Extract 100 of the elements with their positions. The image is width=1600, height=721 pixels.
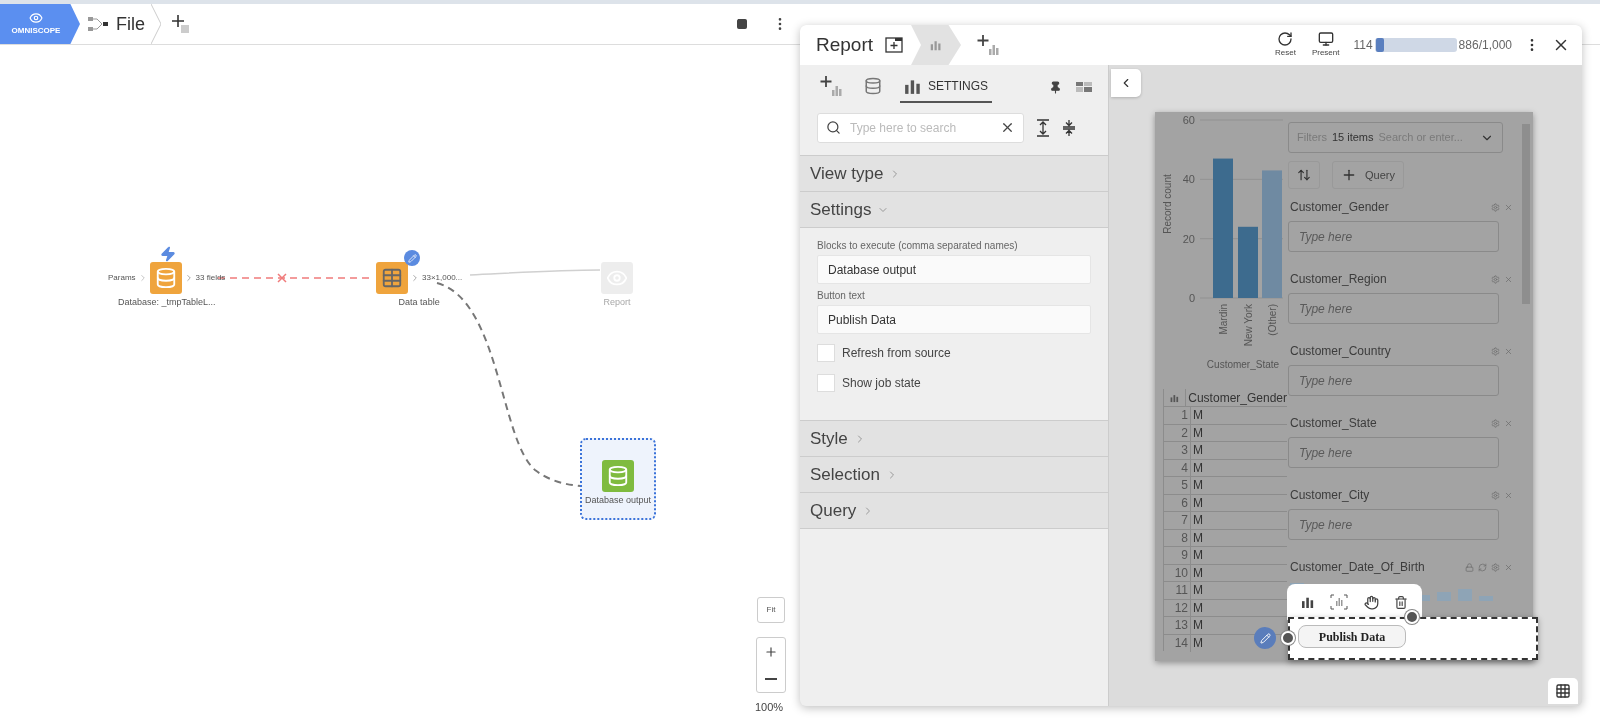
block-label: Database: _tmpTableL... [117, 296, 216, 309]
sort-button[interactable] [1288, 161, 1320, 189]
present-button[interactable]: Present [1311, 31, 1340, 59]
hand-icon[interactable] [1363, 594, 1379, 610]
settings-icon[interactable] [1491, 490, 1500, 500]
field-label: Blocks to execute (comma separated names) [817, 239, 1019, 253]
table-cell: M [1190, 441, 1287, 460]
settings-icon[interactable] [1491, 418, 1500, 428]
break-mark-icon [277, 273, 287, 283]
block-tile[interactable] [601, 262, 633, 294]
column-header[interactable]: Customer_Gender [1185, 388, 1287, 407]
section-header[interactable]: View type [800, 156, 1108, 192]
pin-icon[interactable] [1049, 80, 1062, 94]
y-tick-label: 20 [1182, 232, 1195, 245]
breadcrumb-separator [151, 4, 161, 44]
layout-icon[interactable] [1076, 82, 1092, 92]
range-start: 114 [1353, 37, 1373, 54]
lock-icon[interactable] [1465, 562, 1474, 572]
minus-icon [765, 677, 777, 680]
section-header[interactable]: Settings [800, 192, 1108, 228]
resize-handle[interactable] [1405, 610, 1419, 624]
y-tick-label: 40 [1182, 173, 1195, 186]
grid-icon [1554, 683, 1572, 699]
fit-chart-icon[interactable] [1330, 594, 1349, 610]
filter-input[interactable]: Type here [1288, 221, 1499, 252]
stop-icon[interactable] [736, 18, 748, 30]
filter-input[interactable]: Type here [1288, 365, 1499, 396]
filter-input[interactable]: Type here [1288, 437, 1499, 468]
filter-input[interactable]: Type here [1288, 293, 1499, 324]
table-cell: M [1190, 511, 1287, 530]
zoom-level: 100% [755, 700, 784, 715]
checkbox-label: Refresh from source [842, 345, 951, 362]
row-index: 2 [1180, 424, 1189, 442]
block-label: Database output [584, 494, 652, 507]
add-view-icon[interactable] [820, 75, 842, 97]
text-field[interactable]: Database output [817, 255, 1091, 284]
reset-button[interactable]: Reset [1275, 31, 1296, 59]
publish-data-button[interactable]: Publish Data [1298, 625, 1406, 648]
row-index: 10 [1173, 564, 1189, 582]
settings-icon[interactable] [1491, 346, 1500, 356]
table-cell: M [1190, 458, 1287, 477]
add-page-icon[interactable] [885, 37, 904, 53]
query-button[interactable]: Query [1332, 161, 1404, 189]
x-tick-label: Mardin [1218, 304, 1229, 335]
table-cell: M [1190, 423, 1287, 442]
settings-icon[interactable] [1491, 274, 1500, 284]
block-tile[interactable] [376, 262, 408, 294]
row-index: 12 [1173, 599, 1189, 617]
edit-badge[interactable] [404, 250, 420, 266]
refresh-icon[interactable] [1478, 562, 1487, 572]
chart-settings-icon [904, 78, 922, 94]
x-tick-label: (Other) [1267, 304, 1278, 336]
plus-icon [1341, 167, 1357, 183]
output-label: 33 fields [195, 272, 226, 284]
selected-element-frame[interactable]: Publish Data [1288, 617, 1538, 660]
block-label: Data table [398, 296, 440, 309]
checkbox[interactable] [817, 344, 835, 362]
collapse-panel-button[interactable] [1111, 69, 1141, 97]
filter-name: Customer_State [1290, 415, 1377, 432]
row-index: 9 [1180, 547, 1189, 565]
range-handle[interactable] [1375, 38, 1384, 52]
block-tile[interactable] [149, 262, 182, 294]
search-icon [826, 120, 841, 135]
add-block-icon[interactable] [171, 14, 191, 34]
section-header[interactable]: Query [800, 493, 1108, 529]
row-index: 14 [1173, 634, 1189, 652]
settings-icon[interactable] [1491, 202, 1500, 212]
section-header[interactable]: Style [800, 421, 1108, 457]
filter-name: Customer_Gender [1290, 199, 1389, 216]
filter-name: Customer_Country [1290, 343, 1391, 360]
eye-logo-icon [27, 11, 45, 25]
clear-icon[interactable] [1000, 120, 1015, 135]
settings-icon[interactable] [1491, 562, 1500, 572]
panel-tab[interactable]: SETTINGS [900, 71, 992, 103]
row-index: 4 [1180, 459, 1189, 477]
table-toggle-button[interactable] [1548, 678, 1578, 704]
row-index: 13 [1173, 617, 1189, 635]
database-icon [154, 267, 177, 289]
selected-block-frame[interactable]: Database output [580, 438, 656, 520]
block-tile[interactable] [602, 460, 634, 492]
breadcrumb-title[interactable]: File [116, 10, 145, 38]
column-chart-icon [1170, 392, 1180, 403]
fit-button[interactable]: Fit [757, 597, 785, 623]
workflow-icon [88, 17, 108, 31]
row-index: 8 [1180, 529, 1189, 547]
filter-input[interactable]: Type here [1288, 509, 1499, 540]
logo-text: OMNISCOPE [11, 25, 61, 37]
expand-all-icon[interactable] [1036, 119, 1050, 137]
delete-icon[interactable] [1394, 594, 1409, 610]
search-field[interactable]: Type here to search [817, 113, 1024, 143]
checkbox[interactable] [817, 374, 835, 392]
resize-handle[interactable] [1281, 631, 1295, 645]
table-cell: M [1190, 546, 1287, 565]
collapse-all-icon[interactable] [1062, 119, 1076, 137]
edit-button[interactable] [1254, 627, 1276, 649]
text-field[interactable]: Publish Data [817, 305, 1091, 334]
y-tick-label: 60 [1182, 114, 1195, 126]
checkbox-label: Show job state [842, 375, 921, 392]
add-view-icon[interactable] [977, 34, 1000, 56]
section-header[interactable]: Selection [800, 457, 1108, 493]
